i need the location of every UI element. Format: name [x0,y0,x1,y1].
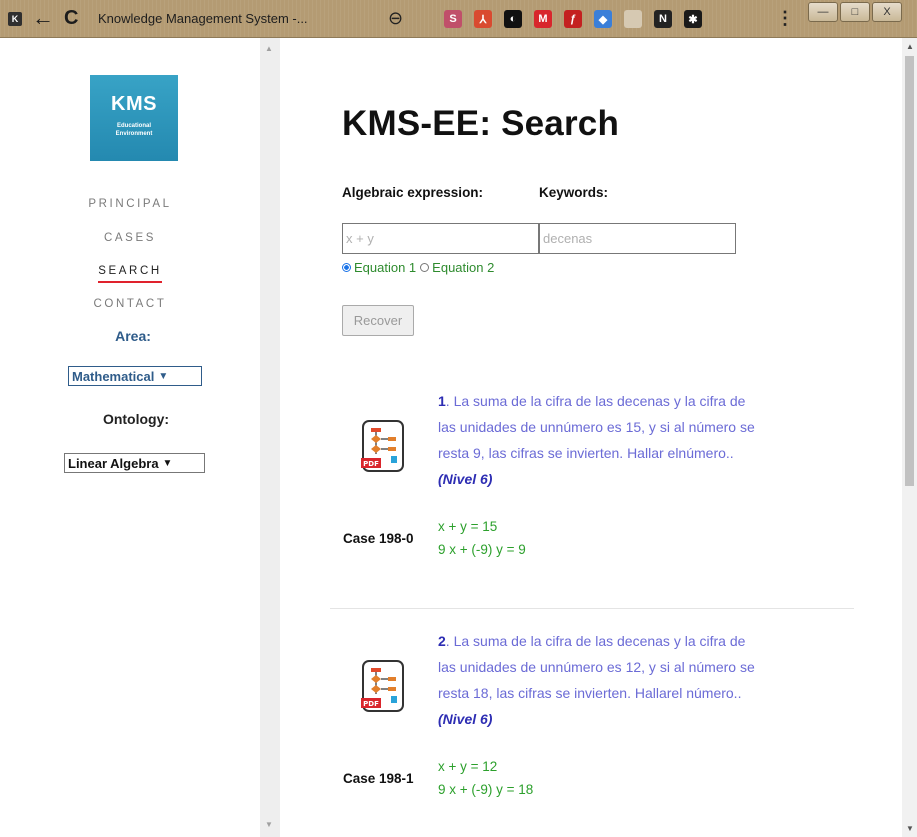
scroll-down-arrow-icon[interactable]: ▼ [906,824,914,833]
keywords-input[interactable] [539,223,736,254]
kms-favicon-icon: K [8,12,22,26]
scroll-down-arrow-icon[interactable]: ▼ [265,820,273,829]
recover-button[interactable]: Recover [342,305,414,336]
nav-contact[interactable]: CONTACT [0,298,260,310]
result-text: . La suma de la cifra de las decenas y l… [438,393,755,461]
area-select[interactable]: Mathematical ▼ [68,366,202,386]
equation-radio-group: Equation 1 Equation 2 [342,260,494,275]
page-title: KMS-EE: Search [342,104,620,143]
result-level: (Nivel 6) [438,471,493,487]
keywords-label: Keywords: [539,185,609,200]
back-button[interactable]: ← [32,6,54,30]
logo-subtitle-2: Environment [115,131,153,137]
contrast-extension-icon[interactable]: ◐ [504,10,522,28]
equation-line: x + y = 12 [438,759,498,774]
result-level: (Nivel 6) [438,711,493,727]
logo-title: KMS [111,93,157,115]
ontology-select[interactable]: Linear Algebra ▼ [64,453,205,473]
scroll-up-arrow-icon[interactable]: ▲ [265,44,273,53]
mendeley-extension-icon[interactable]: M [534,10,552,28]
equation-1-label[interactable]: Equation 1 [354,260,416,275]
chevron-down-icon: ▼ [162,457,173,469]
result-number: 2 [438,633,446,649]
blank-extension-icon[interactable] [624,10,642,28]
browser-toolbar: K ← C Knowledge Management System -... ⊖… [0,0,917,38]
nav-contact-label: CONTACT [93,298,167,310]
flash-extension-icon[interactable]: ƒ [564,10,582,28]
close-button[interactable]: X [872,2,902,22]
minimize-button[interactable]: — [808,2,838,22]
notion-extension-icon[interactable]: N [654,10,672,28]
tab-title[interactable]: Knowledge Management System -... [98,11,308,26]
scrollbar-thumb[interactable] [905,56,914,486]
equation-2-radio[interactable] [420,263,430,272]
zoom-out-icon[interactable]: ⊖ [388,8,403,29]
ontology-select-value: Linear Algebra [68,455,159,471]
ontology-label: Ontology: [102,411,170,427]
algebraic-expression-label: Algebraic expression: [342,185,484,200]
result-item: PDF 1. La suma de la cifra de las decena… [330,386,850,606]
equation-line: 9 x + (-9) y = 9 [438,542,526,557]
window-controls: — □ X [808,2,904,22]
svg-text:PDF: PDF [363,460,379,468]
result-number: 1 [438,393,446,409]
svg-text:PDF: PDF [363,700,379,708]
browser-menu-icon[interactable]: ⋮ [776,8,794,29]
area-label: Area: [115,328,151,344]
result-divider [330,608,854,609]
maximize-button[interactable]: □ [840,2,870,22]
pdf-file-icon[interactable]: PDF [360,660,406,714]
scroll-up-arrow-icon[interactable]: ▲ [906,42,914,51]
pdf-file-icon[interactable]: PDF [360,420,406,474]
page-scrollbar[interactable]: ▲ ▼ [902,38,917,837]
nav-principal-label: PRINCIPAL [88,198,172,210]
case-label: Case 198-0 [343,531,414,546]
nav-search-label: SEARCH [98,265,162,283]
pdf-extension-icon[interactable]: ⅄ [474,10,492,28]
nav-cases-label: CASES [104,232,156,244]
sidebar: KMS Educational Environment PRINCIPAL CA… [0,38,260,837]
logo-subtitle-1: Educational [116,123,151,129]
equation-line: 9 x + (-9) y = 18 [438,782,534,797]
area-select-value: Mathematical [72,368,155,384]
equation-1-radio[interactable] [342,263,351,272]
main-content: KMS-EE: Search Algebraic expression: Key… [280,38,902,837]
puzzle-extension-icon[interactable]: ✱ [684,10,702,28]
equation-2-label[interactable]: Equation 2 [432,260,494,275]
case-label: Case 198-1 [343,771,414,786]
chevron-down-icon: ▼ [158,370,169,382]
result-text: . La suma de la cifra de las decenas y l… [438,633,755,701]
result-item: PDF 2. La suma de la cifra de las decena… [330,626,850,837]
nav-principal[interactable]: PRINCIPAL [0,198,260,210]
sidebar-scrollbar[interactable]: ▲ ▼ [260,38,280,837]
s-extension-icon[interactable]: S [444,10,462,28]
algebraic-expression-input[interactable] [342,223,539,254]
nav-cases[interactable]: CASES [0,232,260,244]
result-description[interactable]: 2. La suma de la cifra de las decenas y … [438,628,756,732]
kms-logo[interactable]: KMS Educational Environment [90,75,178,161]
equation-line: x + y = 15 [438,519,498,534]
reload-button[interactable]: C [64,6,78,30]
result-description[interactable]: 1. La suma de la cifra de las decenas y … [438,388,756,492]
diamond-extension-icon[interactable]: ◆ [594,10,612,28]
nav-search[interactable]: SEARCH [0,265,260,283]
